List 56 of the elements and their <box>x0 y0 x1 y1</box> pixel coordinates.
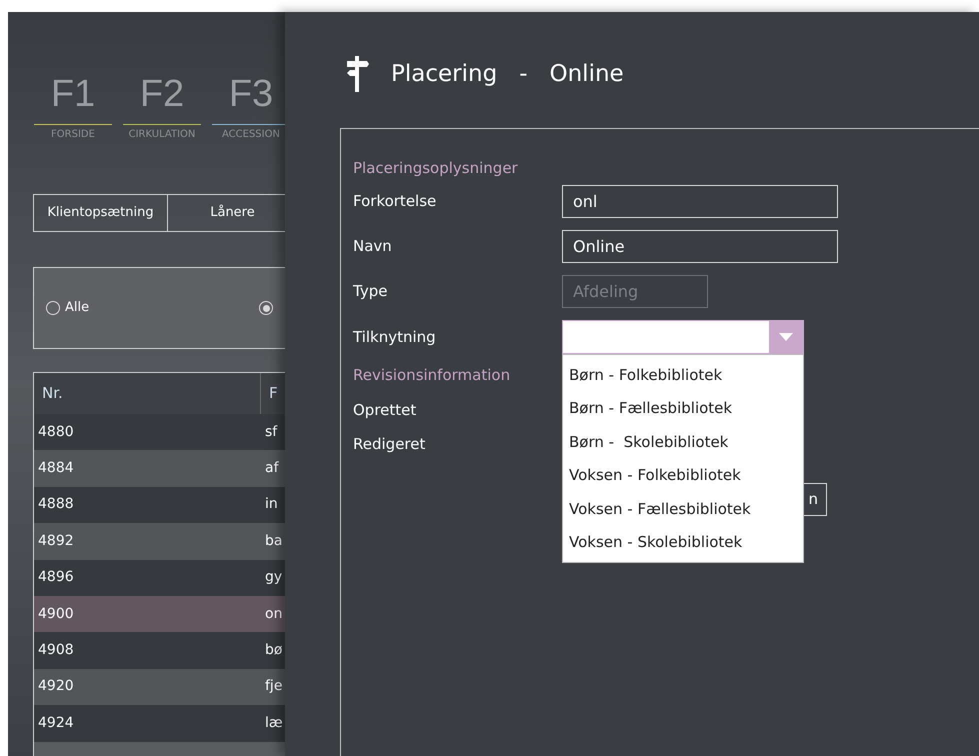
field-label: Tilknytning <box>353 326 437 348</box>
signpost-icon <box>345 56 369 92</box>
text-field[interactable]: onl <box>562 185 838 218</box>
field-label: Redigeret <box>353 434 426 455</box>
table-cell-text: gy <box>264 568 282 588</box>
dropdown-option[interactable]: Børn - Folkebibliotek <box>563 358 803 392</box>
radio-button[interactable] <box>259 301 274 315</box>
text-field[interactable]: Online <box>562 230 838 263</box>
table-row[interactable]: 4920 fje <box>34 668 285 706</box>
table-cell-text: fje <box>264 677 282 696</box>
table-cell-text: in <box>264 495 278 514</box>
table-cell-text: 4884 <box>37 459 75 478</box>
tab[interactable]: Klientopsætning <box>33 194 168 232</box>
table-row[interactable]: 4888 in <box>34 486 285 524</box>
table-cell-text: 4888 <box>37 495 75 514</box>
table-row[interactable]: 4896 gy <box>34 560 285 596</box>
field-label: Forkortelse <box>353 191 438 212</box>
table-cell-text: bø <box>264 641 282 660</box>
dropdown-option[interactable]: Børn - Fællesbibliotek <box>563 392 803 425</box>
table-row[interactable]: 4884 af <box>34 450 285 487</box>
table-cell-text: 4896 <box>37 568 75 588</box>
section-heading: Revisionsinformation <box>353 365 510 386</box>
table-cell-text: 4900 <box>37 604 75 624</box>
function-key[interactable]: F1 <box>50 72 96 116</box>
caret-icon <box>779 333 793 341</box>
table-cell-text: 4924 <box>37 714 75 733</box>
table-cell-text: on <box>264 604 282 624</box>
table-cell-text: af <box>264 459 279 478</box>
dialog-subtitle: Online <box>550 60 624 89</box>
dropdown-option[interactable]: Børn - Skolebibliotek <box>563 425 803 458</box>
table-cell-text: 4880 <box>37 422 75 442</box>
table-cell-text: læ <box>264 714 283 733</box>
dropdown-field[interactable] <box>562 320 804 354</box>
section-heading: Placeringsoplysninger <box>353 158 519 179</box>
table-cell-text: 4920 <box>37 677 75 696</box>
field-label: Oprettet <box>353 400 416 420</box>
table-row[interactable]: 4892 ba <box>34 523 285 560</box>
function-key[interactable]: F2 <box>140 72 184 116</box>
table-row[interactable]: 4908 bø <box>34 632 285 669</box>
table-row[interactable]: 4880 sf <box>34 414 285 450</box>
field-label: Navn <box>353 236 393 258</box>
field-label: Type <box>353 281 388 302</box>
title-separator: - <box>519 60 528 89</box>
dropdown-option[interactable]: Voksen - Skolebibliotek <box>563 526 803 559</box>
radio-label: Alle <box>65 299 90 318</box>
table-row[interactable]: 4924 læ <box>34 705 285 742</box>
column-header[interactable]: F <box>261 373 285 414</box>
table-cell-text: 4892 <box>37 532 75 551</box>
text-field: Afdeling <box>562 275 708 308</box>
table-cell-text: ba <box>264 532 282 551</box>
radio-button[interactable] <box>46 301 60 315</box>
function-key[interactable]: F3 <box>228 72 274 116</box>
table-row[interactable]: 4900 on <box>34 596 285 632</box>
table-cell-text: 4908 <box>37 641 75 660</box>
dialog-title: Placering <box>391 60 498 89</box>
table-cell-text: sf <box>264 422 278 442</box>
